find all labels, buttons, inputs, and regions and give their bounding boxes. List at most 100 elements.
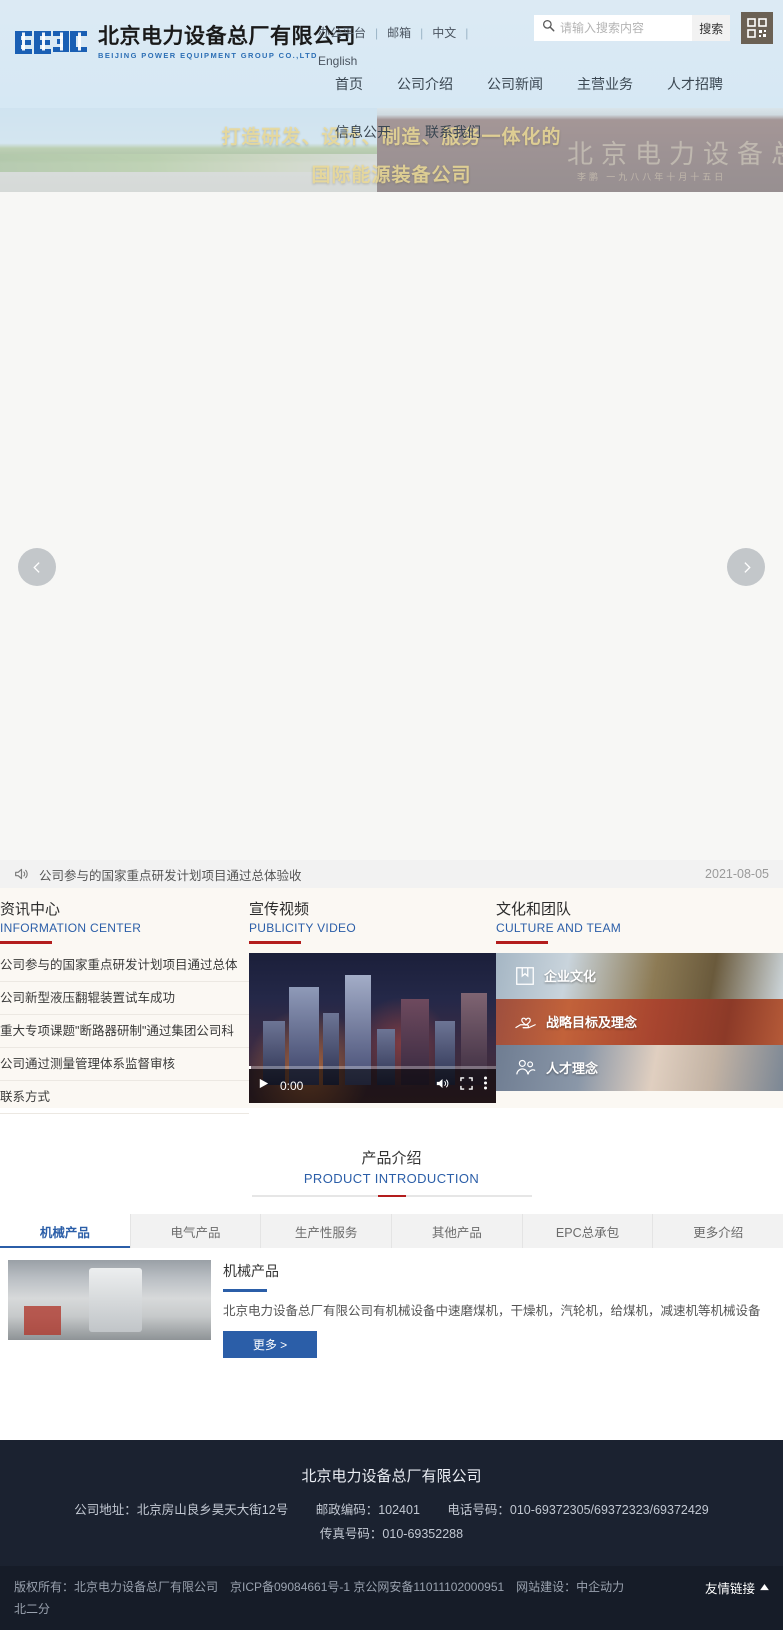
culture-list: 企业文化 战略目标及理念 人才理念 — [496, 952, 783, 1091]
search-button[interactable]: 搜索 — [692, 15, 730, 41]
product-title-rule-accent — [377, 1195, 406, 1197]
information-center-column: 资讯中心 INFORMATION CENTER 公司参与的国家重点研发计划项目通… — [0, 896, 249, 1114]
nav-item-company-news[interactable]: 公司新闻 — [470, 70, 560, 98]
list-item[interactable]: 公司参与的国家重点研发计划项目通过总体 — [0, 949, 249, 982]
culture-team-title-en: CULTURE AND TEAM — [496, 921, 622, 935]
carousel-next-button[interactable] — [727, 548, 765, 586]
list-item[interactable]: 公司新型液压翻辊装置试车成功 — [0, 982, 249, 1015]
top-utility-links: 办公平台 | 邮箱 | 中文 | English — [318, 19, 518, 75]
list-item[interactable]: 重大专项课题"断路器研制"通过集团公司科 — [0, 1015, 249, 1048]
footer-contact-row: 公司地址：北京房山良乡昊天大街12号 邮政编码：102401 电话号码：010-… — [0, 1498, 783, 1546]
publicity-video-title-en: PUBLICITY VIDEO — [249, 921, 356, 935]
product-panel-rule — [223, 1289, 267, 1292]
top-link-english[interactable]: English — [318, 54, 357, 68]
news-ticker[interactable]: 公司参与的国家重点研发计划项目通过总体验收 2021-08-05 — [0, 860, 783, 888]
tab-epc-contracting[interactable]: EPC总承包 — [523, 1214, 654, 1248]
tab-production-services[interactable]: 生产性服务 — [261, 1214, 393, 1248]
product-title-rule — [251, 1195, 532, 1197]
home-three-columns: 资讯中心 INFORMATION CENTER 公司参与的国家重点研发计划项目通… — [0, 888, 783, 1114]
search-input[interactable] — [560, 16, 693, 40]
nav-item-recruitment[interactable]: 人才招聘 — [650, 70, 740, 98]
footer-copyright-bar: 版权所有：北京电力设备总厂有限公司 京ICP备09084661号-1 京公网安备… — [0, 1566, 783, 1630]
top-link-sep-1: | — [375, 26, 379, 40]
hero-caption-line2: 国际能源装备公司 — [311, 165, 472, 186]
information-center-title-cn: 资讯中心 — [0, 901, 61, 918]
product-title-cn: 产品介绍 — [361, 1150, 422, 1167]
top-link-chinese[interactable]: 中文 — [432, 26, 456, 40]
footer-company-name: 北京电力设备总厂有限公司 — [301, 1468, 482, 1485]
top-link-mail[interactable]: 邮箱 — [387, 26, 411, 40]
culture-item-talent[interactable]: 人才理念 — [496, 1044, 783, 1091]
culture-team-title-cn: 文化和团队 — [496, 901, 572, 918]
friendly-links-label: 友情链接 — [704, 1582, 755, 1596]
list-item[interactable]: 公司通过测量管理体系监督审核 — [0, 1048, 249, 1081]
tab-more-introduction[interactable]: 更多介绍 — [653, 1214, 783, 1248]
section-rule — [0, 941, 52, 944]
top-link-office[interactable]: 办公平台 — [318, 26, 366, 40]
product-title-en: PRODUCT INTRODUCTION — [303, 1171, 480, 1186]
footer-copyright-text: 版权所有：北京电力设备总厂有限公司 京ICP备09084661号-1 京公网安备… — [14, 1580, 625, 1616]
footer-fax: 传真号码：010-69352288 — [319, 1527, 464, 1541]
fullscreen-icon — [460, 1076, 473, 1090]
product-panel-description: 北京电力设备总厂有限公司有机械设备中速磨煤机，干燥机，汽轮机，给煤机，减速机等机… — [223, 1304, 761, 1318]
product-more-button[interactable]: 更多 > — [223, 1331, 317, 1358]
site-logo[interactable]: 北京电力设备总厂有限公司 BEIJING POWER EQUIPMENT GRO… — [14, 26, 356, 60]
culture-item-label: 企业文化 — [544, 969, 597, 984]
product-panel-heading: 机械产品 — [223, 1263, 279, 1279]
carousel-prev-button[interactable] — [18, 548, 56, 586]
culture-team-column: 文化和团队 CULTURE AND TEAM 企业文化 战略目标及理念 人才理念 — [496, 896, 783, 1108]
cegc-logo-icon — [15, 31, 87, 54]
tab-other-products[interactable]: 其他产品 — [392, 1214, 523, 1248]
tab-mechanical-products[interactable]: 机械产品 — [0, 1214, 131, 1248]
search-box: 搜索 — [534, 15, 730, 41]
mute-button[interactable] — [435, 1077, 450, 1095]
culture-item-strategy[interactable]: 战略目标及理念 — [496, 998, 783, 1045]
video-controls: 0:00 — [249, 1068, 496, 1103]
section-rule — [496, 941, 548, 944]
fullscreen-button[interactable] — [460, 1076, 473, 1095]
product-info: 机械产品 北京电力设备总厂有限公司有机械设备中速磨煤机，干燥机，汽轮机，给煤机，… — [223, 1260, 783, 1358]
footer-zip: 邮政编码：102401 — [315, 1503, 420, 1517]
footer-phone: 电话号码：010-69372305/69372323/69372429 — [447, 1503, 709, 1517]
video-time: 0:00 — [280, 1078, 304, 1093]
top-link-sep-2: | — [420, 26, 424, 40]
chevron-right-icon — [743, 561, 751, 573]
chevron-up-icon — [760, 1584, 769, 1591]
product-section-header: 产品介绍 PRODUCT INTRODUCTION — [0, 1148, 783, 1197]
chevron-left-icon — [32, 561, 40, 573]
play-button[interactable] — [257, 1077, 270, 1095]
hero-body — [0, 192, 783, 860]
book-icon — [514, 965, 536, 987]
nav-item-company-intro[interactable]: 公司介绍 — [380, 70, 470, 98]
tab-electrical-products[interactable]: 电气产品 — [131, 1214, 262, 1248]
nav-item-contact-us[interactable]: 联系我们 — [408, 118, 498, 146]
ticker-headline[interactable]: 公司参与的国家重点研发计划项目通过总体验收 — [39, 865, 705, 884]
product-panel: 机械产品 北京电力设备总厂有限公司有机械设备中速磨煤机，干燥机，汽轮机，给煤机，… — [0, 1248, 783, 1358]
nav-row-secondary: 信息公开 联系我们 — [318, 118, 783, 146]
friendly-links-button[interactable]: 友情链接 — [705, 1576, 769, 1597]
culture-item-corporate-culture[interactable]: 企业文化 — [496, 952, 783, 999]
section-rule — [249, 941, 301, 944]
product-introduction-section: 产品介绍 PRODUCT INTRODUCTION 机械产品 电气产品 生产性服… — [0, 1108, 783, 1358]
nav-item-main-business[interactable]: 主营业务 — [560, 70, 650, 98]
speaker-icon — [14, 867, 29, 881]
nav-row-primary: 首页 公司介绍 公司新闻 主营业务 人才招聘 — [318, 70, 783, 98]
culture-team-header: 文化和团队 CULTURE AND TEAM — [496, 896, 783, 944]
ticker-date: 2021-08-05 — [705, 867, 769, 881]
nav-item-information-disclosure[interactable]: 信息公开 — [318, 118, 408, 146]
culture-item-label: 战略目标及理念 — [546, 1015, 638, 1030]
publicity-video-header: 宣传视频 PUBLICITY VIDEO — [249, 896, 496, 944]
footer-address: 公司地址：北京房山良乡昊天大街12号 — [74, 1503, 289, 1517]
nav-item-home[interactable]: 首页 — [318, 70, 380, 98]
information-center-title-en: INFORMATION CENTER — [0, 921, 142, 935]
video-player[interactable]: 0:00 — [249, 952, 496, 1103]
list-item[interactable]: 联系方式 — [0, 1081, 249, 1114]
qr-code-button[interactable] — [741, 12, 773, 44]
heart-hand-icon — [514, 1011, 538, 1033]
video-menu-button[interactable] — [483, 1076, 488, 1095]
kebab-menu-icon — [484, 1076, 487, 1090]
hero-carousel: 北京电力设备总厂 李鹏 一九八八年十月十五日 打造研发、设计、制造、服务一体化的… — [0, 108, 783, 860]
site-header: 北京电力设备总厂有限公司 BEIJING POWER EQUIPMENT GRO… — [0, 0, 783, 140]
product-image[interactable] — [8, 1260, 211, 1340]
volume-icon — [436, 1078, 449, 1088]
